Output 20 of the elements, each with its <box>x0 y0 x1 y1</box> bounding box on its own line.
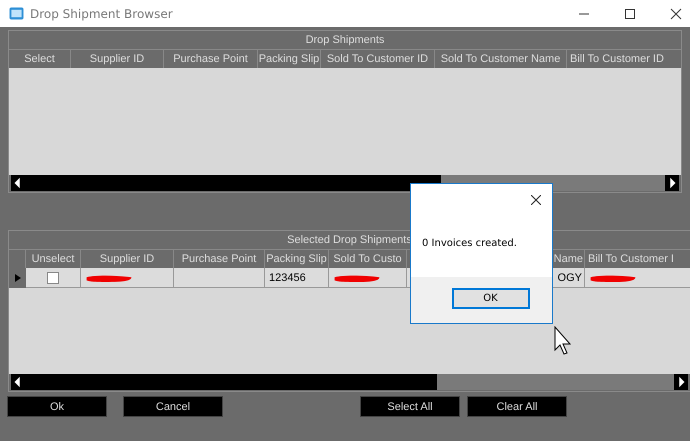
row-pointer-icon <box>14 274 20 282</box>
action-button[interactable]: Cancel <box>123 396 223 417</box>
scrollbar-thumb[interactable] <box>25 175 441 191</box>
maximize-icon[interactable] <box>624 8 636 20</box>
checkbox[interactable] <box>47 272 59 284</box>
action-button[interactable]: Select All <box>360 396 460 417</box>
table-title: Drop Shipments <box>9 31 681 50</box>
app-icon <box>9 7 24 20</box>
dialog-message: 0 Invoices created. <box>422 238 517 249</box>
close-icon[interactable] <box>531 195 541 205</box>
action-button[interactable]: Ok <box>7 396 107 417</box>
action-button[interactable]: Clear All <box>467 396 567 417</box>
window-title: Drop Shipment Browser <box>30 6 173 20</box>
table-cell: OGY <box>558 272 582 284</box>
close-icon[interactable] <box>670 8 682 20</box>
scrollbar[interactable] <box>11 374 688 390</box>
ok-button[interactable]: OK <box>452 288 530 309</box>
mouse-cursor-icon <box>554 326 574 356</box>
table-cell: 123456 <box>269 272 306 284</box>
scrollbar-thumb[interactable] <box>25 374 437 390</box>
